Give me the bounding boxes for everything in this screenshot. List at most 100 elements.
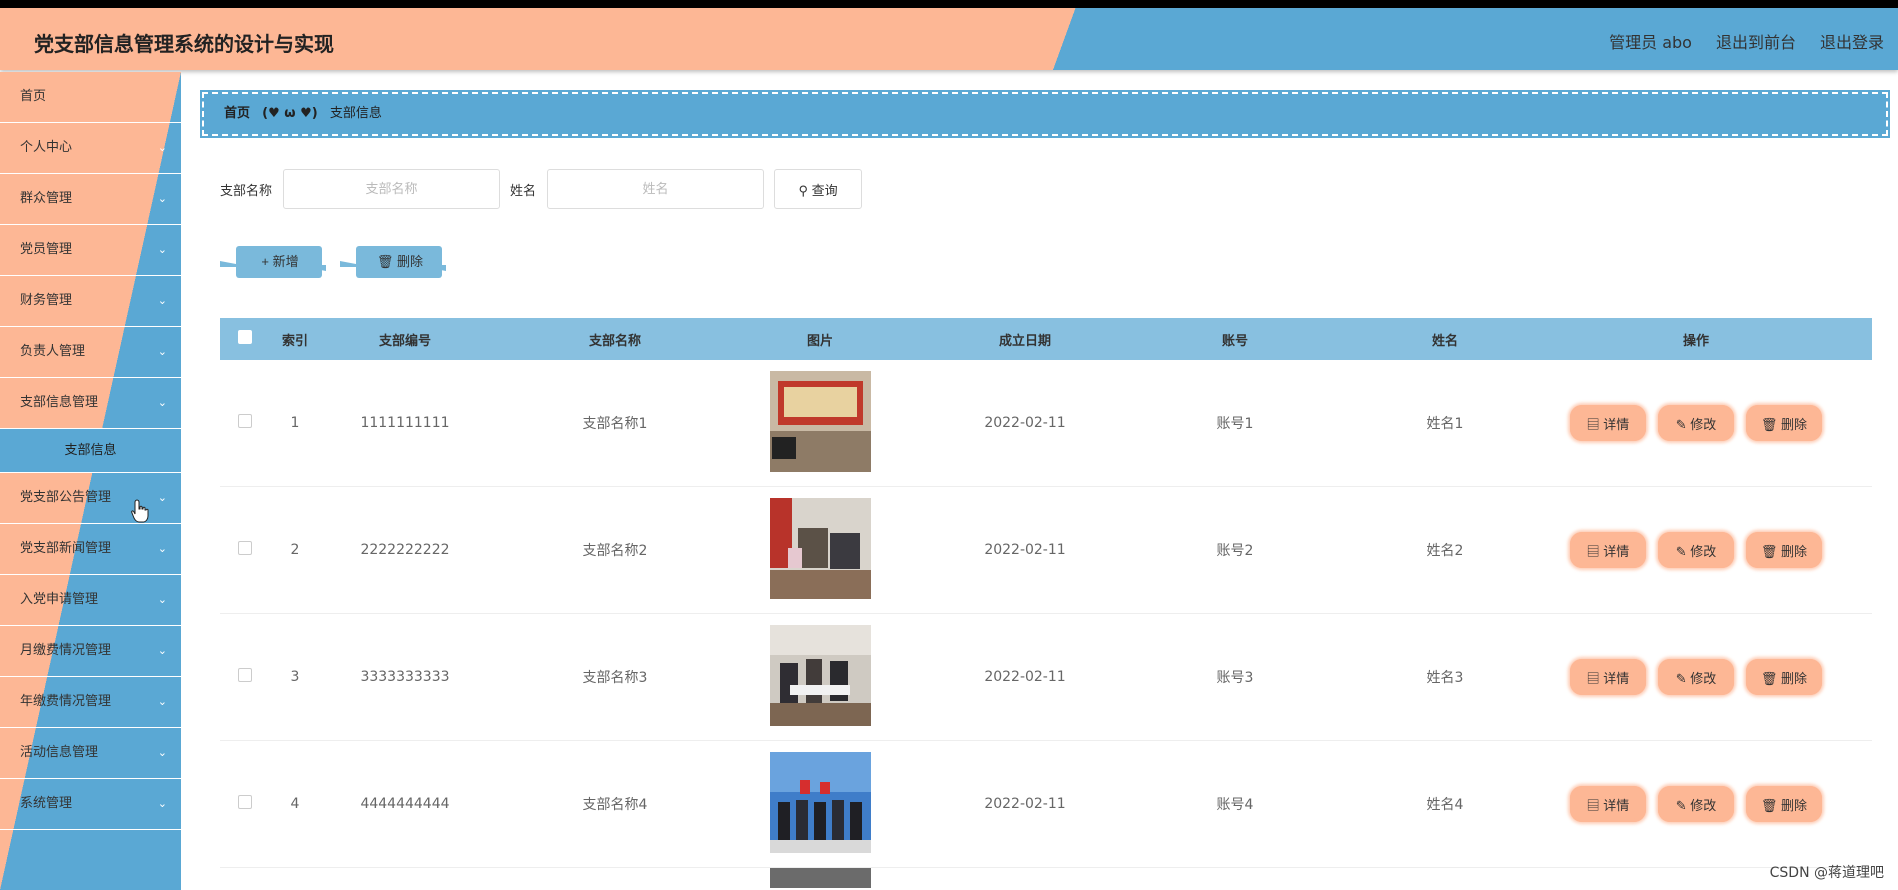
sidebar-item-label: 党支部新闻管理 [20, 541, 112, 556]
branch-name-label: 支部名称 [220, 183, 273, 199]
cell-name: 支部名称1 [582, 416, 648, 432]
chevron-down-icon: ⌄ [157, 797, 167, 810]
add-button[interactable]: + 新增 [220, 245, 326, 279]
breadcrumb-home[interactable]: 首页 [224, 106, 250, 121]
chevron-down-icon: ⌄ [157, 345, 167, 358]
sidebar-item-label: 财务管理 [20, 293, 73, 308]
sidebar-item-leaders[interactable]: 负责人管理 ⌄ [0, 327, 181, 378]
delete-label: 删除 [1781, 797, 1808, 813]
sidebar-subitem-branch-info[interactable]: 支部信息 [0, 429, 181, 473]
row-checkbox[interactable] [238, 541, 252, 555]
query-label: 查询 [811, 182, 838, 198]
detail-button[interactable]: ▤ 详情 [1570, 405, 1646, 441]
edit-button[interactable]: ✎ 修改 [1658, 786, 1734, 822]
sidebar-item-masses[interactable]: 群众管理 ⌄ [0, 174, 181, 225]
query-button[interactable]: ⚲ 查询 [774, 169, 863, 209]
cell-account: 账号2 [1216, 543, 1254, 559]
chevron-down-icon: ⌄ [157, 243, 167, 256]
header-date: 成立日期 [998, 333, 1051, 349]
row-checkbox[interactable] [238, 795, 252, 809]
detail-button[interactable]: ▤ 详情 [1570, 532, 1646, 568]
header-name: 支部名称 [588, 333, 641, 349]
cell-user: 姓名1 [1426, 416, 1464, 432]
chevron-down-icon: ⌄ [157, 491, 167, 504]
delete-button[interactable]: 🗑 删除 [1746, 659, 1822, 695]
batch-delete-button[interactable]: 🗑 删除 [340, 245, 446, 279]
delete-button[interactable]: 🗑 删除 [1746, 786, 1822, 822]
branch-name-input[interactable] [283, 169, 501, 209]
pencil-icon: ✎ [1675, 670, 1691, 686]
logout-link[interactable]: 退出登录 [1820, 29, 1884, 53]
app-header: 党支部信息管理系统的设计与实现 管理员 abo 退出到前台 退出登录 [0, 8, 1898, 70]
header-image: 图片 [806, 333, 833, 349]
trash-icon: 🗑 [1760, 416, 1782, 432]
toolbar: + 新增 🗑 删除 [220, 245, 446, 279]
cell-account: 账号4 [1216, 797, 1254, 813]
top-strip [0, 0, 1898, 8]
edit-button[interactable]: ✎ 修改 [1658, 532, 1734, 568]
branch-photo [769, 624, 871, 726]
breadcrumb-current: 支部信息 [329, 106, 382, 121]
cell-date: 2022-02-11 [984, 415, 1066, 431]
delete-button[interactable]: 🗑 删除 [1746, 405, 1822, 441]
sidebar-item-label: 党支部公告管理 [20, 490, 112, 505]
sidebar-item-yearly-fee[interactable]: 年缴费情况管理 ⌄ [0, 677, 181, 728]
header-index: 索引 [281, 333, 308, 349]
sidebar-item-activity[interactable]: 活动信息管理 ⌄ [0, 728, 181, 779]
sidebar-item-branch[interactable]: 支部信息管理 ⌄ [0, 378, 181, 429]
detail-button[interactable]: ▤ 详情 [1570, 786, 1646, 822]
cell-name: 支部名称4 [582, 797, 648, 813]
search-bar: 支部名称 姓名 ⚲ 查询 [220, 169, 863, 209]
sidebar-item-personal[interactable]: 个人中心 ⌄ [0, 123, 181, 174]
sidebar-item-label: 首页 [20, 89, 47, 104]
delete-label: 删除 [1781, 543, 1808, 559]
sidebar-item-news[interactable]: 党支部新闻管理 ⌄ [0, 524, 181, 575]
cell-number: 1111111111 [360, 415, 450, 431]
sidebar-item-monthly-fee[interactable]: 月缴费情况管理 ⌄ [0, 626, 181, 677]
watermark: CSDN @蒋道理吧 [1769, 865, 1884, 881]
front-link[interactable]: 退出到前台 [1716, 29, 1796, 53]
sidebar-item-members[interactable]: 党员管理 ⌄ [0, 225, 181, 276]
sidebar-item-notice[interactable]: 党支部公告管理 ⌄ [0, 473, 181, 524]
detail-label: 详情 [1603, 670, 1630, 686]
search-icon: ⚲ [798, 182, 812, 198]
edit-button[interactable]: ✎ 修改 [1658, 405, 1734, 441]
sidebar-item-label: 系统管理 [20, 796, 73, 811]
add-label: 新增 [272, 254, 299, 269]
chevron-down-icon: ⌄ [157, 746, 167, 759]
row-checkbox[interactable] [238, 414, 252, 428]
select-all-checkbox[interactable] [238, 330, 252, 344]
sidebar-item-home[interactable]: 首页 [0, 72, 181, 123]
cell-number: 2222222222 [360, 542, 450, 558]
sidebar-item-finance[interactable]: 财务管理 ⌄ [0, 276, 181, 327]
edit-label: 修改 [1690, 797, 1717, 813]
delete-label: 删除 [1781, 670, 1808, 686]
edit-button[interactable]: ✎ 修改 [1658, 659, 1734, 695]
document-icon: ▤ [1586, 670, 1604, 686]
table-row: 1 1111111111 支部名称1 2022-02-11 账号1 姓名1 ▤ … [220, 360, 1872, 487]
sidebar-item-label: 年缴费情况管理 [20, 694, 112, 709]
sidebar-item-apply[interactable]: 入党申请管理 ⌄ [0, 575, 181, 626]
pencil-icon: ✎ [1675, 797, 1691, 813]
sidebar-item-label: 入党申请管理 [20, 592, 99, 607]
cell-index: 4 [290, 796, 300, 812]
name-label: 姓名 [510, 183, 537, 199]
edit-label: 修改 [1690, 670, 1717, 686]
detail-label: 详情 [1603, 416, 1630, 432]
cell-index: 2 [290, 542, 300, 558]
header-number: 支部编号 [378, 333, 431, 349]
user-label[interactable]: 管理员 abo [1609, 29, 1692, 53]
table-row: 3 3333333333 支部名称3 2022-02-11 账号3 姓名3 ▤ … [220, 614, 1872, 741]
cell-date: 2022-02-11 [984, 669, 1066, 685]
sidebar-item-label: 党员管理 [20, 242, 73, 257]
sidebar-item-system[interactable]: 系统管理 ⌄ [0, 779, 181, 830]
delete-button[interactable]: 🗑 删除 [1746, 532, 1822, 568]
chevron-down-icon: ⌄ [157, 593, 167, 606]
row-checkbox[interactable] [238, 668, 252, 682]
cell-number: 3333333333 [360, 669, 450, 685]
sidebar-item-label: 支部信息管理 [20, 395, 99, 410]
cell-index: 1 [290, 415, 300, 431]
detail-button[interactable]: ▤ 详情 [1570, 659, 1646, 695]
name-input[interactable] [547, 169, 765, 209]
sidebar-item-label: 群众管理 [20, 191, 73, 206]
